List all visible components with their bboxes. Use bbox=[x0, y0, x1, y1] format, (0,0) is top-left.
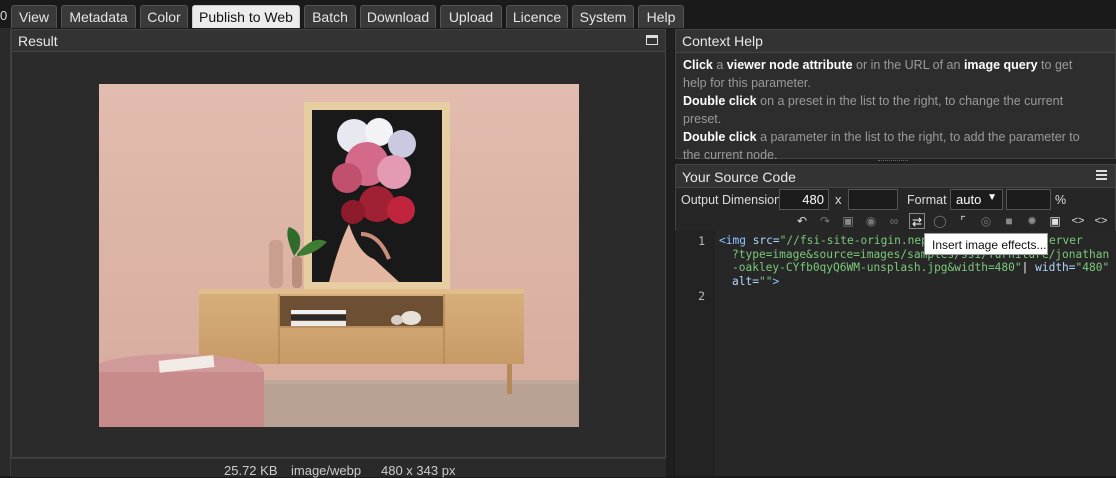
source-code-header: Your Source Code bbox=[676, 165, 1115, 188]
menu-icon[interactable] bbox=[1096, 170, 1107, 180]
context-help-title: Context Help bbox=[682, 33, 763, 49]
tab-metadata[interactable]: Metadata bbox=[61, 5, 136, 28]
crop-icon[interactable]: ⌜ bbox=[955, 213, 971, 229]
code-line: -oakley-CYfb0qyQ6WM-unsplash.jpg&width=4… bbox=[732, 261, 1110, 275]
output-height-input[interactable] bbox=[848, 189, 898, 210]
vertical-splitter[interactable] bbox=[666, 28, 674, 476]
context-help-header: Context Help bbox=[676, 30, 1115, 53]
line-number: 2 bbox=[698, 289, 705, 303]
code-line: alt=""> bbox=[732, 274, 780, 288]
help-line-2: Double click on a preset in the list to … bbox=[683, 94, 1064, 126]
tab-help[interactable]: Help bbox=[638, 5, 684, 28]
format-select-value: auto bbox=[956, 192, 982, 207]
code-content[interactable]: <img src="//fsi-site-origin.neptunelabs.… bbox=[719, 234, 1114, 288]
result-header: Result bbox=[12, 30, 665, 52]
result-statusbar: 25.72 KB image/webp 480 x 343 px bbox=[11, 458, 666, 478]
left-splitter[interactable] bbox=[0, 28, 11, 476]
tab-upload[interactable]: Upload bbox=[440, 5, 502, 28]
dimension-x-label: x bbox=[835, 192, 842, 207]
tab-system[interactable]: System bbox=[572, 5, 634, 28]
output-dimension-label: Output Dimension bbox=[681, 193, 782, 207]
link-icon[interactable]: ∞ bbox=[886, 213, 902, 229]
context-help-panel: Context Help Click a viewer node attribu… bbox=[675, 29, 1116, 162]
format-label: Format bbox=[907, 193, 947, 207]
tab-view[interactable]: View bbox=[11, 5, 57, 28]
source-code-title: Your Source Code bbox=[682, 169, 796, 185]
settings-icon[interactable]: ✹ bbox=[1024, 213, 1040, 229]
camera-icon[interactable]: ◎ bbox=[978, 213, 994, 229]
code-line: <img src="//fsi-site-origin.neptunelabs.… bbox=[719, 234, 1083, 247]
maximize-icon[interactable] bbox=[646, 35, 658, 45]
tab-batch[interactable]: Batch bbox=[304, 5, 356, 28]
redo-icon[interactable]: ↷ bbox=[817, 213, 833, 229]
format-select[interactable]: auto ▼ bbox=[950, 189, 1003, 210]
output-width-input[interactable]: 480 bbox=[779, 189, 829, 210]
tab-licence[interactable]: Licence bbox=[506, 5, 568, 28]
code-tag-icon[interactable]: <> bbox=[1070, 213, 1086, 229]
line-number: 1 bbox=[698, 234, 705, 248]
result-title: Result bbox=[18, 33, 58, 49]
effects-icon[interactable]: ⇄ bbox=[909, 213, 925, 229]
tab-color[interactable]: Color bbox=[140, 5, 188, 28]
splitter-grip bbox=[878, 160, 908, 163]
clear-crop-icon[interactable]: ◯ bbox=[932, 213, 948, 229]
result-image bbox=[99, 84, 579, 427]
code-line: ?type=image&source=images/samples/ssi/fu… bbox=[732, 247, 1110, 261]
tab-download[interactable]: Download bbox=[360, 5, 436, 28]
undo-icon[interactable]: ↶ bbox=[794, 213, 810, 229]
help-line-1: Click a viewer node attribute or in the … bbox=[683, 58, 1073, 90]
quality-input[interactable] bbox=[1006, 189, 1051, 210]
code-brackets-icon[interactable]: <> bbox=[1093, 213, 1109, 229]
context-help-body: Click a viewer node attribute or in the … bbox=[683, 56, 1093, 164]
tooltip: Insert image effects... bbox=[924, 233, 1048, 255]
edge-glyph: 0 bbox=[0, 8, 8, 23]
tab-publish-to-web[interactable]: Publish to Web bbox=[192, 5, 300, 28]
tab-bar: 0 View Metadata Color Publish to Web Bat… bbox=[0, 0, 1116, 28]
code-icon[interactable]: ▣ bbox=[1047, 213, 1063, 229]
line-number-gutter: 1 2 bbox=[675, 231, 715, 476]
chevron-down-icon: ▼ bbox=[987, 192, 997, 203]
preset-icon[interactable]: ◉ bbox=[863, 213, 879, 229]
crop-image-icon[interactable]: ▣ bbox=[840, 213, 856, 229]
percent-label: % bbox=[1055, 193, 1067, 207]
folder-icon[interactable]: ■ bbox=[1001, 213, 1017, 229]
